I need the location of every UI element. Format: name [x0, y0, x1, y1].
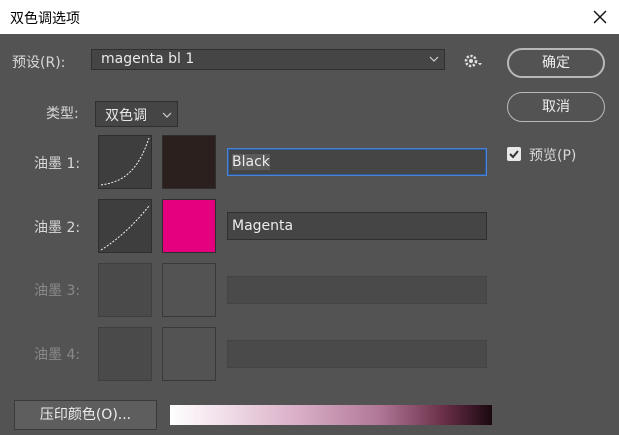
close-icon — [593, 10, 607, 24]
cancel-button[interactable]: 取消 — [507, 92, 605, 122]
checkmark-icon — [509, 150, 519, 159]
ink-3-curve-button — [98, 263, 152, 317]
ink-3-color-swatch — [162, 263, 216, 317]
ink-3-name-field — [227, 276, 487, 304]
ok-button[interactable]: 确定 — [507, 48, 605, 78]
preset-label: 预设(R): — [12, 55, 66, 71]
ink-1-name-field[interactable]: Black — [227, 148, 487, 176]
preset-dropdown[interactable]: magenta bl 1 — [91, 49, 445, 70]
ink-4-label: 油墨 4: — [34, 347, 81, 363]
ink-1-label: 油墨 1: — [34, 156, 81, 172]
chevron-down-icon — [429, 56, 439, 62]
curve-preview-icon — [100, 137, 150, 186]
ink-2-name-field[interactable]: Magenta — [227, 212, 487, 240]
curve-preview-icon — [100, 205, 150, 251]
ink-4-name-field — [227, 340, 487, 368]
type-dropdown[interactable]: 双色调 — [95, 101, 178, 127]
type-value: 双色调 — [105, 108, 147, 124]
preview-label[interactable]: 预览(P) — [529, 145, 576, 165]
preset-options-button[interactable] — [463, 53, 485, 73]
ink-2-name-value: Magenta — [232, 218, 294, 234]
window-title: 双色调选项 — [10, 11, 80, 27]
ink-1-name-value: Black — [232, 154, 270, 170]
ink-1-curve-button[interactable] — [98, 135, 152, 189]
close-button[interactable] — [587, 4, 613, 30]
ink-1-color-swatch[interactable] — [162, 135, 216, 189]
gear-icon — [464, 54, 482, 68]
ink-4-color-swatch — [162, 327, 216, 381]
overprint-colors-button[interactable]: 压印颜色(O)... — [14, 400, 157, 430]
title-bar: 双色调选项 — [0, 0, 619, 34]
preview-checkbox[interactable] — [507, 147, 521, 161]
type-label: 类型: — [46, 106, 79, 122]
ink-2-color-swatch[interactable] — [162, 199, 216, 253]
chevron-down-icon — [162, 112, 172, 118]
ink-2-label: 油墨 2: — [34, 220, 81, 236]
ink-2-curve-button[interactable] — [98, 199, 152, 253]
ink-3-label: 油墨 3: — [34, 283, 81, 299]
preset-value: magenta bl 1 — [101, 51, 195, 67]
duotone-gradient-bar — [170, 405, 492, 425]
ink-4-curve-button — [98, 327, 152, 381]
